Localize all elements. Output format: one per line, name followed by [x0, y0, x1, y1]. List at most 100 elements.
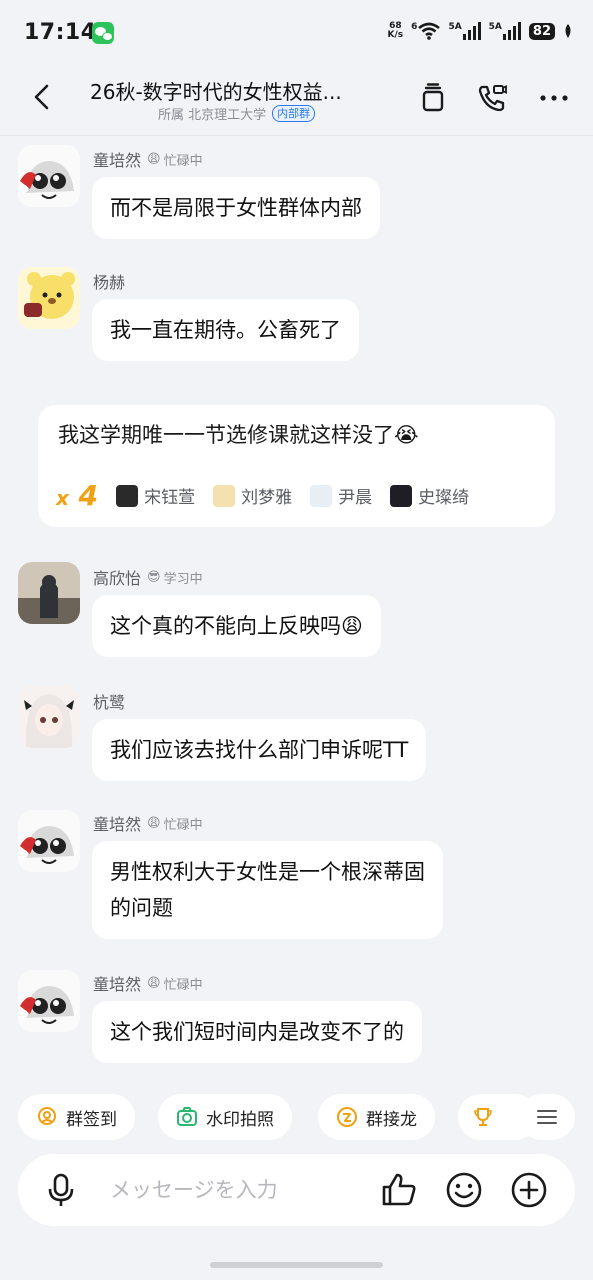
avatar[interactable]: [18, 145, 80, 207]
avatar[interactable]: [18, 267, 80, 329]
sender-line: 杭鹭: [93, 689, 125, 713]
battery-indicator: 82: [528, 22, 555, 40]
avatar[interactable]: [18, 810, 80, 872]
message-list[interactable]: 童培然 😩 忙碌中 而不是局限于女性群体内部 杨赫 我一直在期待。公畜死了 我这学…: [0, 137, 593, 1082]
trophy-icon: [474, 1108, 492, 1126]
avatar[interactable]: [18, 686, 80, 748]
reactor[interactable]: 宋钰萱: [116, 483, 195, 508]
net-speed-unit: K/s: [387, 30, 404, 40]
emoji-icon[interactable]: [445, 1171, 483, 1209]
quick-action-bar: 群签到 水印拍照 群接龙: [0, 1088, 593, 1144]
message-bubble[interactable]: 而不是局限于女性群体内部: [92, 177, 380, 239]
reactor[interactable]: 刘梦雅: [213, 483, 292, 508]
status-time: 17:14: [24, 20, 97, 45]
more-options-icon[interactable]: [538, 82, 570, 114]
reactor[interactable]: 尹晨: [310, 483, 372, 508]
chip-label: 水印拍照: [206, 1109, 274, 1130]
avatar[interactable]: [18, 562, 80, 624]
reaction-count-value: 4: [78, 479, 99, 512]
user-status: 😎 学习中: [147, 568, 203, 587]
reaction-count[interactable]: x 4: [56, 479, 98, 512]
reactor-avatar: [390, 484, 413, 507]
group-checkin-button[interactable]: 群签到: [18, 1094, 135, 1140]
sender-line: 高欣怡 😎 学习中: [93, 565, 203, 589]
sender-name: 童培然: [93, 151, 142, 170]
reactor-avatar: [116, 484, 139, 507]
system-indicators: 68 K/s 6 5A 5A 82: [388, 22, 573, 40]
call-icon[interactable]: [476, 82, 508, 114]
message-text-line: 男性权利大于女性是一个根深蒂固: [110, 860, 425, 884]
thumbs-up-icon[interactable]: [380, 1171, 418, 1209]
message-input[interactable]: メッセージを入力: [110, 1174, 278, 1204]
user-status: 😩 忙碌中: [147, 814, 203, 833]
message-bubble[interactable]: 这个我们短时间内是改变不了的: [92, 1001, 422, 1063]
sender-name: 杭鹭: [93, 693, 126, 712]
avatar[interactable]: [18, 970, 80, 1032]
chat-header: 26秋-数字时代的女性权益... 所属 北京理工大学 内部群: [0, 68, 593, 136]
camera-icon: [177, 1107, 197, 1126]
sim2-tag: 5A: [488, 22, 502, 32]
message-bubble[interactable]: 男性权利大于女性是一个根深蒂固 的问题: [92, 841, 443, 939]
internal-group-badge: 内部群: [272, 105, 316, 122]
reactor-name: 尹晨: [338, 488, 373, 508]
menu-icon: [537, 1110, 557, 1124]
group-title[interactable]: 26秋-数字时代的女性权益...: [90, 76, 342, 105]
reaction-count-prefix: x: [56, 486, 69, 510]
network-speed: 68 K/s: [388, 22, 404, 40]
reactor-name: 刘梦雅: [241, 488, 293, 508]
location-pin-icon: [38, 1107, 56, 1125]
sender-name: 童培然: [93, 815, 142, 834]
more-actions-button[interactable]: [519, 1094, 575, 1140]
sim1-tag: 5A: [448, 22, 462, 32]
sender-line: 童培然 😩 忙碌中: [93, 971, 203, 995]
back-arrow-icon[interactable]: [28, 82, 58, 112]
sender-name: 童培然: [93, 975, 142, 994]
message-text-line: 的问题: [110, 896, 173, 920]
status-emoji-icon: 😩: [147, 151, 161, 167]
message-input-bar: メッセージを入力: [18, 1154, 575, 1226]
add-attachment-icon[interactable]: [510, 1171, 548, 1209]
reactor[interactable]: 史璨绮: [390, 483, 469, 508]
watermark-photo-button[interactable]: 水印拍照: [158, 1094, 292, 1140]
sender-name: 高欣怡: [93, 569, 142, 588]
group-affiliation: 所属 北京理工大学: [158, 108, 267, 123]
message-bubble[interactable]: 我一直在期待。公畜死了: [92, 299, 359, 361]
status-bar: 17:14 68 K/s 6 5A 5A 82: [0, 0, 593, 68]
user-status: 😩 忙碌中: [147, 974, 203, 993]
status-emoji-icon: 😎: [147, 569, 161, 585]
reactor-avatar: [310, 484, 333, 507]
quoted-message-card[interactable]: 我这学期唯一一节选修课就这样没了😭 x 4 宋钰萱 刘梦雅 尹晨 史璨绮: [38, 405, 555, 527]
reaction-row: x 4 宋钰萱 刘梦雅 尹晨 史璨绮: [56, 479, 469, 512]
wifi-icon: 6: [411, 22, 441, 40]
power-saving-leaf-icon: [565, 24, 571, 38]
status-emoji-icon: 😩: [147, 975, 161, 991]
sender-line: 童培然 😩 忙碌中: [93, 147, 203, 171]
sender-name: 杨赫: [93, 273, 126, 292]
wifi-tag: 6: [411, 22, 418, 32]
reactor-avatar: [213, 484, 236, 507]
message-bubble[interactable]: 我们应该去找什么部门申诉呢TT: [92, 719, 427, 781]
wechat-notification-icon: [92, 22, 114, 44]
message-bubble[interactable]: 这个真的不能向上反映吗😩: [92, 595, 381, 657]
microphone-icon[interactable]: [42, 1171, 80, 1209]
chip-label: 群签到: [66, 1109, 117, 1130]
status-emoji-icon: 😩: [147, 815, 161, 831]
sender-line: 童培然 😩 忙碌中: [93, 811, 203, 835]
status-text: 忙碌中: [163, 153, 203, 169]
cell-signal-icon-2: 5A: [489, 22, 521, 40]
status-text: 忙碌中: [163, 817, 203, 833]
reactor-name: 史璨绮: [418, 488, 470, 508]
chip-label: 群接龙: [366, 1109, 417, 1130]
group-relay-button[interactable]: 群接龙: [318, 1094, 435, 1140]
status-text: 学习中: [163, 571, 203, 587]
reactor-name: 宋钰萱: [144, 488, 196, 508]
cell-signal-icon-1: 5A: [448, 22, 481, 40]
relay-icon: [337, 1107, 357, 1127]
user-status: 😩 忙碌中: [147, 150, 203, 169]
group-subtitle: 所属 北京理工大学 内部群: [158, 104, 316, 123]
group-files-icon[interactable]: [417, 82, 449, 114]
status-text: 忙碌中: [163, 977, 203, 993]
sender-line: 杨赫: [93, 269, 125, 293]
home-indicator[interactable]: [210, 1262, 383, 1268]
quoted-message-text: 我这学期唯一一节选修课就这样没了😭: [58, 423, 419, 447]
